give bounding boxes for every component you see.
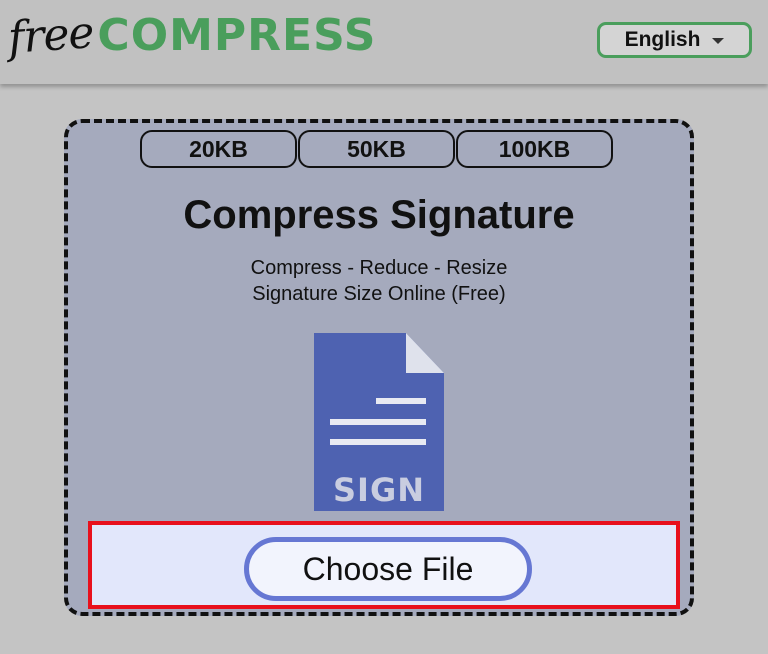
preset-50kb-button[interactable]: 50KB (298, 130, 455, 168)
header: free COMPRESS English (0, 0, 768, 84)
page-title: Compress Signature (183, 193, 575, 237)
logo[interactable]: free COMPRESS (6, 6, 377, 66)
file-icon-label: SIGN (333, 471, 425, 509)
page-subtitle: Compress - Reduce - Resize Signature Siz… (68, 255, 690, 307)
size-presets: 20KB 50KB 100KB (140, 130, 614, 168)
subtitle-line-2: Signature Size Online (Free) (252, 283, 506, 305)
language-label: English (624, 28, 701, 51)
preset-20kb-button[interactable]: 20KB (140, 130, 297, 168)
language-selector[interactable]: English (597, 22, 752, 58)
chevron-down-icon (712, 38, 725, 44)
logo-compress-text: COMPRESS (97, 10, 377, 61)
upload-card: 20KB 50KB 100KB Compress Signature Compr… (64, 119, 694, 616)
choose-file-button[interactable]: Choose File (244, 537, 532, 601)
preset-100kb-button[interactable]: 100KB (456, 130, 613, 168)
logo-free-text: free (6, 7, 96, 64)
signature-file-icon: SIGN (314, 333, 444, 515)
upload-area[interactable]: Choose File (88, 521, 680, 609)
subtitle-line-1: Compress - Reduce - Resize (250, 257, 508, 279)
